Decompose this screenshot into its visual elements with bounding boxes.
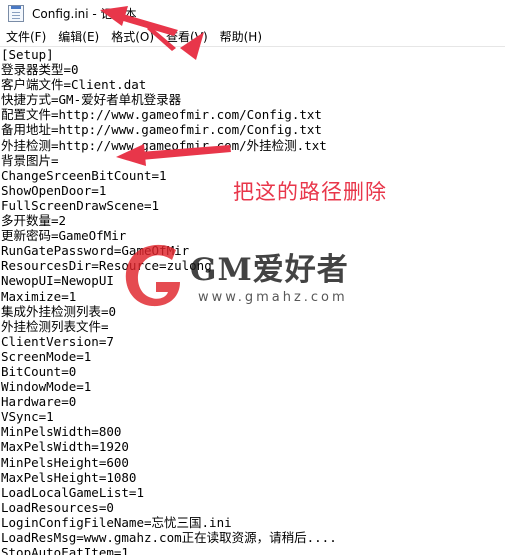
annotation-arrows [100,6,231,166]
arrow-to-title [100,6,178,36]
arrow-to-background-line [116,144,231,166]
